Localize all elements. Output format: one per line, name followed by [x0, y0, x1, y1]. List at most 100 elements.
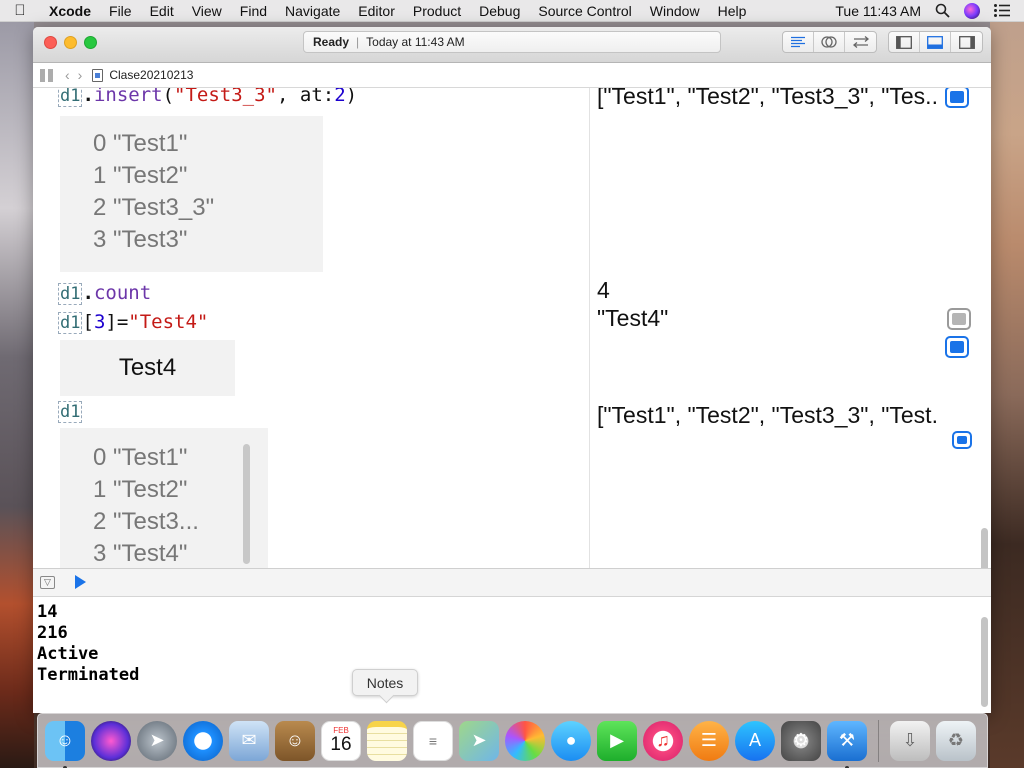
itunes-icon[interactable]: ♫ [643, 720, 683, 761]
siri-menu-icon[interactable] [964, 2, 980, 19]
menu-find[interactable]: Find [231, 3, 276, 19]
result-count: 4 [597, 277, 610, 303]
facetime-icon[interactable]: ▶ [597, 720, 637, 761]
code-variable: d1 [58, 401, 83, 423]
siri-icon[interactable] [91, 720, 131, 761]
activity-status-bar: Ready | Today at 11:43 AM [303, 31, 721, 53]
code-paren-open: ( [162, 88, 175, 106]
zoom-window-button[interactable] [84, 36, 97, 49]
messages-icon[interactable]: ● [551, 720, 591, 761]
console-line: Terminated [37, 665, 140, 685]
hide-debug-area-icon[interactable]: ▽ [40, 576, 55, 589]
version-editor-button[interactable] [845, 32, 876, 52]
code-line-count[interactable]: d1 .count [58, 282, 151, 305]
code-bracket-open: [ [82, 311, 94, 333]
array-row: 3 "Test3" [93, 226, 188, 253]
console-output[interactable]: 14 216 Active Terminated [33, 597, 991, 713]
menu-bar:  Xcode File Edit View Find Navigate Edi… [0, 0, 1024, 22]
debug-area-panel-icon [927, 35, 943, 49]
toggle-debug-area-button[interactable] [920, 32, 951, 52]
result-array: ["Test1", "Test2", "Test3_3", "Test... [597, 402, 937, 428]
trash-icon[interactable]: ♻ [936, 720, 976, 761]
playground-file-icon [92, 68, 104, 82]
go-back-chevron-icon[interactable]: ‹ [65, 67, 70, 83]
system-preferences-icon[interactable]: ⚙ [781, 720, 821, 761]
console-line: 14 [37, 602, 58, 622]
debug-bar: ▽ [33, 568, 991, 597]
notification-center-icon[interactable] [994, 4, 1010, 17]
code-dot: . [82, 282, 94, 304]
photos-icon[interactable] [505, 720, 545, 761]
maps-icon[interactable]: ➤ [459, 720, 499, 761]
run-playground-icon[interactable] [75, 575, 86, 589]
related-items-grid-icon[interactable] [40, 68, 53, 82]
jump-bar: ‹ › Clase20210213 [33, 63, 991, 88]
menu-file[interactable]: File [100, 3, 141, 19]
downloads-icon[interactable]: ⇩ [890, 720, 930, 761]
menu-navigate[interactable]: Navigate [276, 3, 349, 19]
menu-window[interactable]: Window [641, 3, 709, 19]
notes-icon[interactable] [367, 720, 407, 761]
version-editor-icon [852, 36, 869, 48]
safari-icon[interactable] [183, 720, 223, 761]
menubar-clock[interactable]: Tue 11:43 AM [835, 3, 921, 19]
launchpad-icon[interactable]: ➤ [137, 720, 177, 761]
dock-separator [878, 719, 879, 762]
code-string: "Test3_3" [174, 88, 277, 106]
source-editor[interactable]: d1 .insert("Test3_3", at:2) 0 "Test1" 1 "… [33, 88, 589, 568]
code-line-insert[interactable]: d1 .insert("Test3_3", at:2) [58, 88, 358, 107]
menu-product[interactable]: Product [404, 3, 470, 19]
apple-menu-icon[interactable]:  [0, 2, 40, 19]
toggle-navigator-button[interactable] [889, 32, 920, 52]
menu-debug[interactable]: Debug [470, 3, 529, 19]
code-variable: d1 [58, 88, 83, 107]
console-line: 216 [37, 623, 68, 643]
ibooks-icon[interactable]: ☰ [689, 720, 729, 761]
result-insert: ["Test1", "Test2", "Test3_3", "Tes... [597, 88, 937, 109]
code-line-subscript-assign[interactable]: d1 [3]="Test4" [58, 311, 209, 334]
dock: ☺ ➤ ✉ ☺ FEB 16 ≡ ➤ ● ▶ ♫ ☰ A ⚙ ⚒ ⇩ ♻ [37, 713, 988, 768]
xcode-icon[interactable]: ⚒ [827, 720, 867, 768]
quick-look-toggle-button[interactable] [945, 88, 969, 108]
minimize-window-button[interactable] [64, 36, 77, 49]
close-window-button[interactable] [44, 36, 57, 49]
code-string: "Test4" [128, 311, 209, 333]
menu-help[interactable]: Help [709, 3, 756, 19]
go-forward-chevron-icon[interactable]: › [78, 67, 83, 83]
reminders-icon[interactable]: ≡ [413, 720, 453, 761]
code-line-variable[interactable]: d1 [58, 400, 83, 423]
menu-app-name[interactable]: Xcode [40, 3, 100, 19]
menu-view[interactable]: View [183, 3, 231, 19]
console-scrollbar[interactable] [981, 617, 988, 707]
status-state: Ready [313, 35, 350, 49]
inline-result-array-2: 0 "Test1" 1 "Test2" 2 "Test3... 3 "Test4… [60, 428, 268, 568]
code-paren-close: ) [345, 88, 358, 106]
inline-result-string: Test4 [60, 340, 235, 396]
contacts-icon[interactable]: ☺ [275, 720, 315, 761]
navigator-panel-icon [896, 35, 912, 49]
finder-icon[interactable]: ☺ [45, 720, 85, 768]
status-separator: | [356, 35, 360, 49]
console-line: Active [37, 644, 99, 664]
menu-editor[interactable]: Editor [349, 3, 404, 19]
breadcrumb-file[interactable]: Clase20210213 [109, 68, 193, 82]
quick-look-toggle-button-off[interactable] [947, 308, 971, 330]
inline-result-scrollbar[interactable] [243, 444, 250, 564]
toggle-inspector-button[interactable] [951, 32, 982, 52]
inline-string-value: Test4 [118, 354, 177, 381]
quick-look-toggle-button[interactable] [952, 431, 972, 449]
app-store-icon[interactable]: A [735, 720, 775, 761]
results-scrollbar[interactable] [981, 528, 988, 568]
menu-edit[interactable]: Edit [141, 3, 183, 19]
desktop-wallpaper-right [990, 22, 1024, 768]
quick-look-toggle-button[interactable] [945, 336, 969, 358]
assistant-editor-button[interactable] [814, 32, 845, 52]
status-time: Today at 11:43 AM [366, 35, 465, 49]
spotlight-search-icon[interactable] [935, 3, 950, 18]
code-number: 2 [334, 88, 346, 106]
mail-icon[interactable]: ✉ [229, 720, 269, 761]
calendar-icon[interactable]: FEB 16 [321, 720, 361, 761]
results-sidebar: ["Test1", "Test2", "Test3_3", "Tes... 4 … [589, 88, 991, 568]
menu-source-control[interactable]: Source Control [529, 3, 640, 19]
standard-editor-button[interactable] [783, 32, 814, 52]
